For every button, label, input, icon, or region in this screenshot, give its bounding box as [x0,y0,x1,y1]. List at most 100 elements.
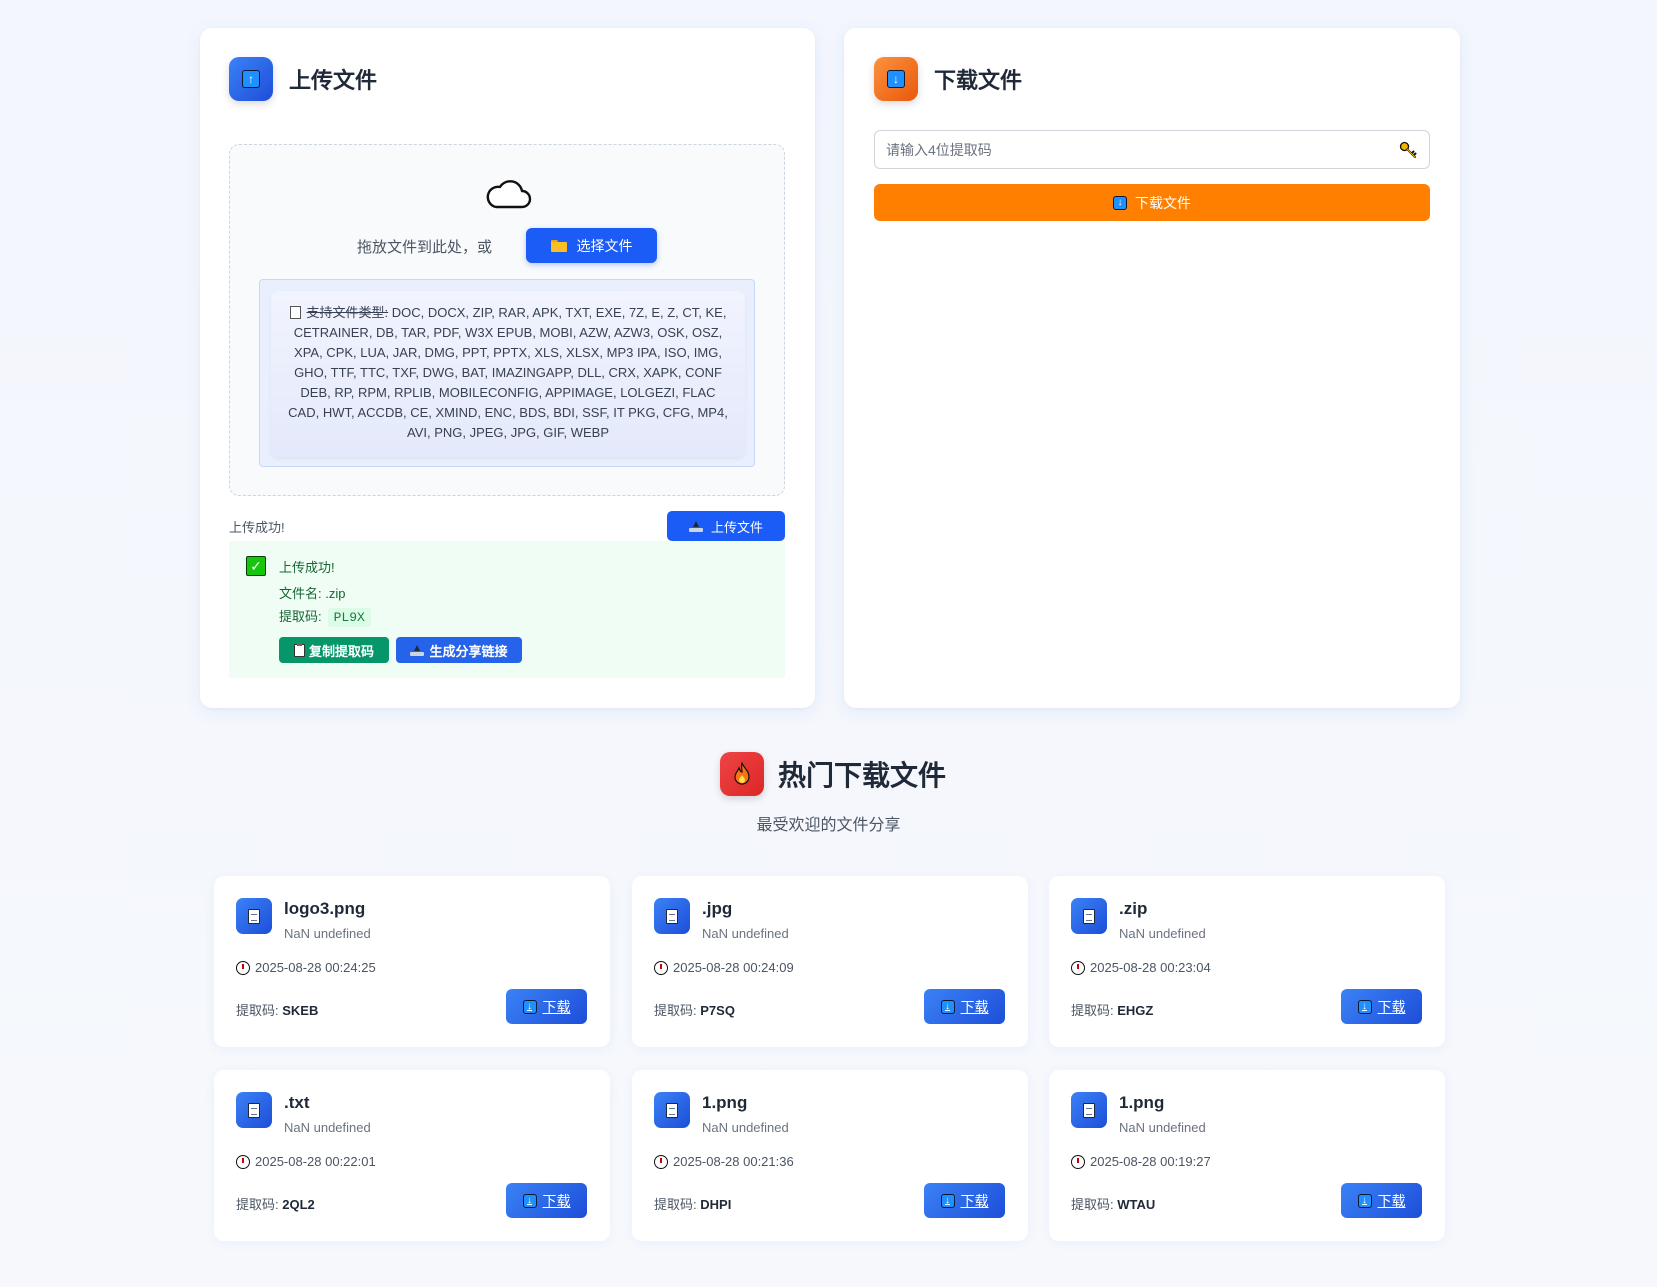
file-download-label: 下载 [542,1192,571,1209]
file-code-row: 提取码: 2QL2 [236,1194,315,1213]
result-filename-row: 文件名: .zip [279,583,345,602]
supported-types-box: 支持文件类型: DOC, DOCX, ZIP, RAR, APK, TXT, E… [271,291,745,457]
supported-types-list: DOC, DOCX, ZIP, RAR, APK, TXT, EXE, 7Z, … [288,305,728,440]
file-icon [654,898,690,934]
download-file-button[interactable]: ↓ 下载文件 [874,184,1430,221]
file-time: 2025-08-28 00:19:27 [1090,1154,1211,1169]
clock-icon [654,1154,668,1169]
file-download-label: 下载 [960,1192,989,1209]
file-size: NaN undefined [284,926,371,941]
file-time-row: 2025-08-28 00:24:09 [654,960,794,975]
upload-result-panel: ✓ 上传成功! 文件名: .zip 提取码: PL9X 复制提取码 生成分享链接 [229,541,785,678]
drop-instruction: 拖放文件到此处，或 [357,239,493,256]
code-input[interactable] [875,131,1429,168]
file-code-row: 提取码: DHPI [654,1194,731,1213]
file-code: SKEB [282,1003,319,1018]
clipboard-icon [293,642,305,657]
file-icon [236,898,272,934]
up-arrow-icon: ↑ [242,70,260,88]
file-download-button[interactable]: ↓ 下载 [1341,989,1422,1024]
share-link-label: 生成分享链接 [429,643,508,659]
file-time: 2025-08-28 00:21:36 [673,1154,794,1169]
file-download-label: 下载 [542,998,571,1015]
inbox-tray-icon [410,644,425,656]
file-time-row: 2025-08-28 00:23:04 [1071,960,1211,975]
popular-subtitle: 最受欢迎的文件分享 [756,817,901,834]
folder-icon [550,239,567,252]
file-card: logo3.png NaN undefined 2025-08-28 00:24… [214,876,610,1047]
file-size: NaN undefined [702,1120,789,1135]
fire-icon [734,762,750,785]
result-filename: .zip [325,586,346,601]
file-code-row: 提取码: EHGZ [1071,1000,1153,1019]
file-download-button[interactable]: ↓ 下载 [1341,1183,1422,1218]
supported-types-panel: 支持文件类型: DOC, DOCX, ZIP, RAR, APK, TXT, E… [259,279,755,467]
popular-header: 热门下载文件 [720,752,946,796]
file-code-label: 提取码: [654,1003,697,1018]
down-arrow-icon: ↓ [522,1193,537,1208]
file-card: .zip NaN undefined 2025-08-28 00:23:04 提… [1049,876,1445,1047]
file-icon [654,1092,690,1128]
file-size: NaN undefined [1119,1120,1206,1135]
file-download-label: 下载 [960,998,989,1015]
code-input-wrapper [874,130,1430,169]
file-icon [1071,1092,1107,1128]
file-code: DHPI [700,1197,732,1212]
file-download-button[interactable]: ↓ 下载 [506,989,587,1024]
copy-code-button[interactable]: 复制提取码 [279,637,389,663]
file-time: 2025-08-28 00:23:04 [1090,960,1211,975]
file-time-row: 2025-08-28 00:22:01 [236,1154,376,1169]
file-icon [236,1092,272,1128]
supported-types-label: 支持文件类型: [306,305,389,320]
upload-header-icon: ↑ [229,57,273,101]
file-download-button[interactable]: ↓ 下载 [924,989,1005,1024]
select-file-button[interactable]: 选择文件 [526,228,657,263]
inbox-tray-icon [688,520,703,532]
result-code-label: 提取码: [279,609,322,624]
download-header-icon: ↓ [874,57,918,101]
file-code-label: 提取码: [236,1197,279,1212]
file-code: EHGZ [1117,1003,1154,1018]
upload-title: 上传文件 [289,68,378,93]
down-arrow-icon: ↓ [940,1193,955,1208]
document-icon [289,306,301,319]
file-code-label: 提取码: [1071,1197,1114,1212]
clock-icon [236,1154,250,1169]
file-card: 1.png NaN undefined 2025-08-28 00:19:27 … [1049,1070,1445,1241]
clock-icon [1071,960,1085,975]
down-arrow-icon: ↓ [887,70,905,88]
popular-header-icon [720,752,764,796]
file-name: 1.png [1119,1093,1165,1112]
file-code-label: 提取码: [236,1003,279,1018]
result-title: 上传成功! [279,560,335,575]
down-arrow-icon: ↓ [1357,1193,1372,1208]
down-arrow-icon: ↓ [1113,195,1127,210]
file-code: P7SQ [700,1003,735,1018]
file-code-label: 提取码: [654,1197,697,1212]
file-time-row: 2025-08-28 00:24:25 [236,960,376,975]
file-download-button[interactable]: ↓ 下载 [924,1183,1005,1218]
file-size: NaN undefined [1119,926,1206,941]
file-download-button[interactable]: ↓ 下载 [506,1183,587,1218]
file-size: NaN undefined [284,1120,371,1135]
file-download-label: 下载 [1377,1192,1406,1209]
drop-zone[interactable]: 拖放文件到此处，或 选择文件 支持文件类型: DOC, DOCX, ZIP, R… [229,144,785,496]
select-file-label: 选择文件 [576,237,633,254]
result-code: PL9X [327,608,371,627]
upload-file-label: 上传文件 [710,519,763,535]
clock-icon [1071,1154,1085,1169]
file-name: 1.png [702,1093,748,1112]
clock-icon [236,960,250,975]
file-name: .jpg [702,899,733,918]
file-code-row: 提取码: WTAU [1071,1194,1155,1213]
copy-code-label: 复制提取码 [308,643,374,659]
upload-status-text: 上传成功! [229,520,285,535]
file-time-row: 2025-08-28 00:19:27 [1071,1154,1211,1169]
file-name: .txt [284,1093,310,1112]
upload-file-button[interactable]: 上传文件 [667,511,785,541]
file-card: 1.png NaN undefined 2025-08-28 00:21:36 … [632,1070,1028,1241]
file-code-row: 提取码: P7SQ [654,1000,735,1019]
share-link-button[interactable]: 生成分享链接 [396,637,522,663]
download-card-header: ↓ 下载文件 [874,57,1022,101]
download-file-label: 下载文件 [1135,194,1191,211]
